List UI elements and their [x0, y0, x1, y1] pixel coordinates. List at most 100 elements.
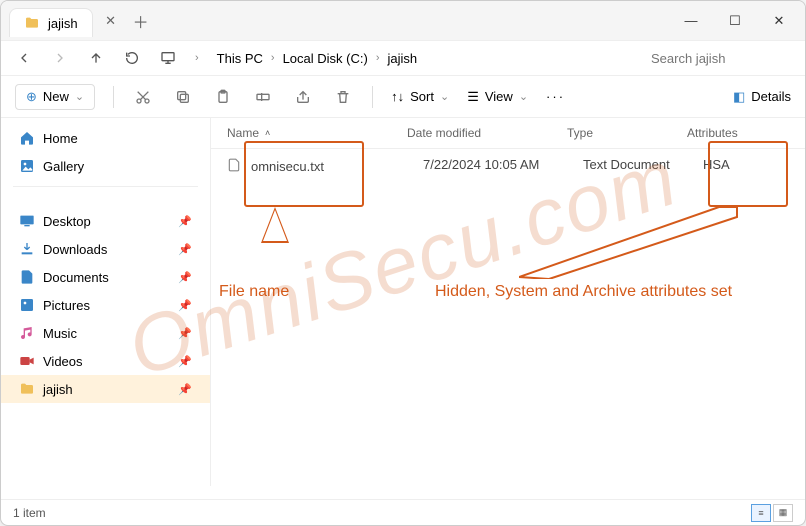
file-row[interactable]: omnisecu.txt 7/22/2024 10:05 AM Text Doc…	[211, 149, 805, 184]
sidebar-item-label: Desktop	[43, 214, 91, 229]
chevron-right-icon: ›	[195, 52, 199, 64]
details-label: Details	[751, 89, 791, 104]
sort-asc-icon: ˄	[265, 128, 270, 138]
sidebar-item-label: Documents	[43, 270, 109, 285]
content-area: Name ˄ Date modified Type Attributes omn…	[211, 118, 805, 486]
forward-button[interactable]	[51, 49, 69, 67]
pin-icon: 📌	[178, 383, 192, 396]
sidebar-item-documents[interactable]: Documents 📌	[1, 263, 210, 291]
file-icon	[227, 157, 243, 176]
divider	[113, 86, 114, 108]
view-menu[interactable]: ☰ View ⌄	[467, 89, 528, 105]
documents-icon	[19, 269, 35, 285]
videos-icon	[19, 353, 35, 369]
search-input[interactable]	[651, 51, 791, 66]
pin-icon: 📌	[178, 215, 192, 228]
cut-button[interactable]	[132, 86, 154, 108]
column-label: Name	[227, 126, 259, 140]
sidebar-item-desktop[interactable]: Desktop 📌	[1, 207, 210, 235]
window-tab[interactable]: jajish	[9, 8, 93, 37]
column-type[interactable]: Type	[567, 126, 687, 140]
sidebar-item-jajish[interactable]: jajish 📌	[1, 375, 210, 403]
folder-icon	[19, 381, 35, 397]
up-button[interactable]	[87, 49, 105, 67]
close-window-button[interactable]: ✕	[759, 6, 799, 36]
file-date: 7/22/2024 10:05 AM	[423, 157, 539, 172]
divider	[13, 186, 198, 187]
sort-menu[interactable]: ↑↓ Sort ⌄	[391, 89, 449, 104]
sort-icon: ↑↓	[391, 89, 404, 104]
music-icon	[19, 325, 35, 341]
divider	[372, 86, 373, 108]
title-bar: jajish ✕ ＋ — ☐ ✕	[1, 1, 805, 41]
chevron-right-icon: ›	[271, 52, 275, 64]
file-type: Text Document	[583, 157, 670, 172]
share-button[interactable]	[292, 86, 314, 108]
breadcrumb-item[interactable]: jajish	[388, 51, 418, 66]
tab-title: jajish	[48, 16, 78, 31]
nav-bar: › This PC › Local Disk (C:) › jajish	[1, 41, 805, 76]
back-button[interactable]	[15, 49, 33, 67]
column-headers[interactable]: Name ˄ Date modified Type Attributes	[211, 118, 805, 149]
pin-icon: 📌	[178, 299, 192, 312]
copy-button[interactable]	[172, 86, 194, 108]
maximize-button[interactable]: ☐	[715, 6, 755, 36]
new-button[interactable]: ⊕ New ⌄	[15, 84, 95, 110]
pin-icon: 📌	[178, 243, 192, 256]
details-view-button[interactable]: ≡	[751, 504, 771, 522]
details-pane-button[interactable]: ◧ Details	[733, 89, 791, 105]
monitor-icon[interactable]	[159, 49, 177, 67]
sidebar-item-home[interactable]: Home	[1, 124, 210, 152]
sidebar-item-label: Pictures	[43, 298, 90, 313]
sidebar: Home Gallery Desktop 📌 Downloads 📌 Docum…	[1, 118, 211, 486]
column-name[interactable]: Name ˄	[227, 126, 407, 140]
sidebar-item-label: Videos	[43, 354, 83, 369]
sidebar-item-pictures[interactable]: Pictures 📌	[1, 291, 210, 319]
plus-icon: ⊕	[26, 89, 37, 105]
breadcrumb[interactable]: This PC › Local Disk (C:) › jajish	[217, 51, 633, 66]
chevron-down-icon: ⌄	[75, 90, 84, 103]
pin-icon: 📌	[178, 355, 192, 368]
breadcrumb-item[interactable]: Local Disk (C:)	[283, 51, 368, 66]
desktop-icon	[19, 213, 35, 229]
minimize-button[interactable]: —	[671, 6, 711, 36]
pin-icon: 📌	[178, 327, 192, 340]
home-icon	[19, 130, 35, 146]
new-tab-button[interactable]: ＋	[131, 9, 151, 33]
sidebar-item-music[interactable]: Music 📌	[1, 319, 210, 347]
chevron-right-icon: ›	[376, 52, 380, 64]
details-pane-icon: ◧	[733, 89, 745, 105]
sort-label: Sort	[410, 89, 434, 104]
view-mode-group: ≡ ▦	[751, 504, 793, 522]
gallery-icon	[19, 158, 35, 174]
rename-button[interactable]	[252, 86, 274, 108]
view-icon: ☰	[467, 89, 479, 105]
sidebar-item-label: Downloads	[43, 242, 107, 257]
more-menu[interactable]: ···	[546, 89, 565, 104]
window-controls: — ☐ ✕	[671, 6, 805, 36]
item-count: 1 item	[13, 506, 46, 520]
sidebar-item-downloads[interactable]: Downloads 📌	[1, 235, 210, 263]
view-label: View	[485, 89, 513, 104]
refresh-button[interactable]	[123, 49, 141, 67]
delete-button[interactable]	[332, 86, 354, 108]
sidebar-item-gallery[interactable]: Gallery	[1, 152, 210, 180]
pin-icon: 📌	[178, 271, 192, 284]
close-tab-button[interactable]: ✕	[101, 13, 121, 29]
breadcrumb-item[interactable]: This PC	[217, 51, 263, 66]
column-date[interactable]: Date modified	[407, 126, 567, 140]
sidebar-item-videos[interactable]: Videos 📌	[1, 347, 210, 375]
new-label: New	[43, 89, 69, 104]
sidebar-item-label: jajish	[43, 382, 73, 397]
file-name: omnisecu.txt	[251, 159, 324, 174]
chevron-down-icon: ⌄	[440, 90, 449, 103]
column-attributes[interactable]: Attributes	[687, 126, 789, 140]
sidebar-item-label: Gallery	[43, 159, 84, 174]
folder-icon	[24, 15, 40, 31]
status-bar: 1 item ≡ ▦	[1, 499, 805, 525]
downloads-icon	[19, 241, 35, 257]
paste-button[interactable]	[212, 86, 234, 108]
pictures-icon	[19, 297, 35, 313]
explorer-window: jajish ✕ ＋ — ☐ ✕ › This PC › Local Disk …	[0, 0, 806, 526]
icons-view-button[interactable]: ▦	[773, 504, 793, 522]
